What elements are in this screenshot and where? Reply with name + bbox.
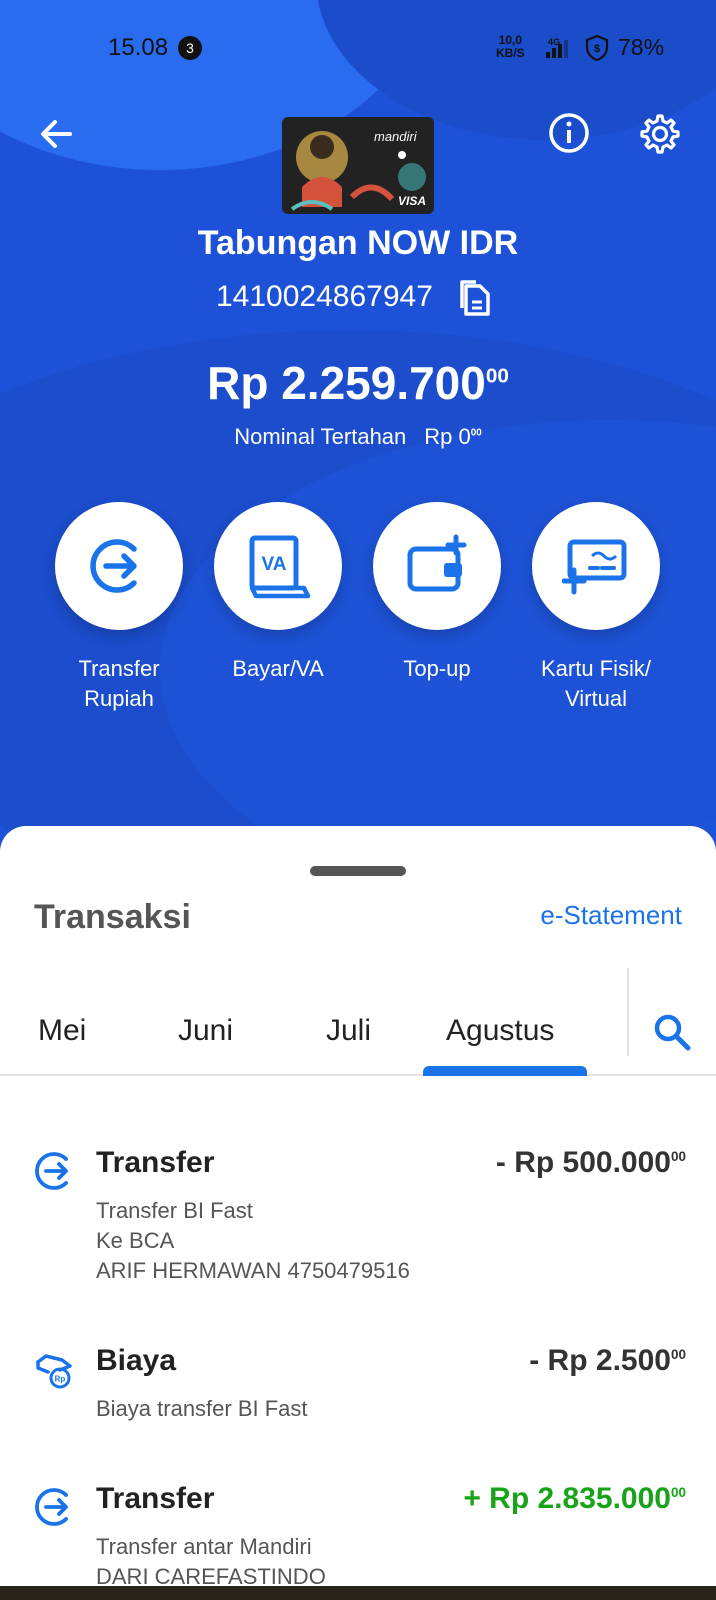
transaction-amount: - Rp 500.00000 xyxy=(496,1146,686,1180)
held-amount-label: Nominal Tertahan xyxy=(234,424,407,449)
transaction-amount-value: - Rp 2.500 xyxy=(529,1344,671,1377)
card-network-logo: VISA xyxy=(397,194,426,208)
transaction-amount-cents: 00 xyxy=(670,1149,686,1164)
transfer-rupiah-button[interactable]: Transfer Rupiah xyxy=(39,502,199,714)
month-tabs: Mei Juni Juli Agustus xyxy=(0,966,716,1076)
top-up-button-circle[interactable] xyxy=(373,502,501,630)
account-balance: Rp 2.259.70000 xyxy=(0,356,716,410)
transaction-amount-value: - Rp 500.000 xyxy=(495,1146,671,1179)
transaction-amount: - Rp 2.50000 xyxy=(529,1344,686,1378)
transaction-description-line: Biaya transfer BI Fast xyxy=(96,1396,308,1421)
network-speed-value: 10,0 xyxy=(498,33,523,47)
gear-icon[interactable] xyxy=(638,112,682,156)
transfer-button-circle[interactable] xyxy=(55,502,183,630)
transfer-icon xyxy=(90,539,137,593)
tab-mei[interactable]: Mei xyxy=(38,1014,86,1048)
held-amount-value: Rp 0 xyxy=(424,424,471,449)
notification-count-badge: 3 xyxy=(178,36,202,60)
kartu-fisik-virtual-label: Kartu Fisik/ Virtual xyxy=(540,656,652,711)
transaction-description-line: Transfer antar Mandiri xyxy=(96,1534,312,1559)
transfer-icon xyxy=(35,1488,68,1526)
transaction-amount: + Rp 2.835.00000 xyxy=(463,1482,686,1516)
balance-amount: Rp 2.259.700 xyxy=(207,357,486,409)
transactions-title: Transaksi xyxy=(34,898,191,936)
transaction-description-line: Ke BCA xyxy=(96,1228,175,1253)
transaction-description: Transfer BI Fast Ke BCA ARIF HERMAWAN 47… xyxy=(96,1196,410,1286)
kartu-fisik-virtual-button[interactable]: Kartu Fisik/ Virtual xyxy=(516,502,676,714)
shield-icon: $ xyxy=(585,34,609,62)
tab-agustus[interactable]: Agustus xyxy=(446,1014,554,1048)
transaction-type: Biaya xyxy=(96,1344,177,1377)
tabs-divider xyxy=(627,968,629,1056)
status-bar: 15.08 3 10,0 KB/S 4G $ 78% xyxy=(0,30,716,66)
card-brand-logo: mandiri xyxy=(374,129,417,144)
transaction-amount-cents: 00 xyxy=(670,1485,686,1500)
top-up-label: Top-up xyxy=(403,656,471,681)
held-amount: Nominal Tertahan Rp 000 xyxy=(0,424,716,450)
transaction-description: Transfer antar Mandiri DARI CAREFASTINDO xyxy=(96,1532,326,1592)
copy-icon[interactable] xyxy=(456,278,494,320)
held-amount-cents: 00 xyxy=(470,427,482,439)
sheet-drag-handle[interactable] xyxy=(310,866,406,876)
transaction-amount-cents: 00 xyxy=(670,1347,686,1362)
info-icon[interactable] xyxy=(548,112,590,154)
bayar-va-button-circle[interactable]: VA xyxy=(214,502,342,630)
svg-text:$: $ xyxy=(594,43,600,55)
account-number: 1410024867947 xyxy=(216,280,433,313)
va-icon: VA xyxy=(249,535,311,599)
transaction-description: Biaya transfer BI Fast xyxy=(96,1394,308,1424)
clock: 15.08 xyxy=(108,34,169,61)
bayar-va-label: Bayar/VA xyxy=(232,656,324,681)
tab-juli[interactable]: Juli xyxy=(326,1014,371,1048)
svg-text:Rp: Rp xyxy=(55,1375,66,1384)
network-speed-unit: KB/S xyxy=(496,46,525,60)
bayar-va-button[interactable]: VA Bayar/VA xyxy=(198,502,358,684)
svg-text:VA: VA xyxy=(262,554,287,575)
fee-icon: Rp xyxy=(36,1354,72,1389)
search-icon[interactable] xyxy=(652,1012,692,1052)
account-name: Tabungan NOW IDR xyxy=(197,224,519,262)
transfer-rupiah-label: Transfer Rupiah xyxy=(78,656,160,711)
transactions-sheet: Transaksi e-Statement Mei Juni Juli Agus… xyxy=(0,826,716,1600)
account-header: 15.08 3 10,0 KB/S 4G $ 78% mandiri VISA … xyxy=(0,0,716,860)
wallet-add-icon xyxy=(407,534,467,592)
transaction-description-line: Transfer BI Fast xyxy=(96,1198,253,1223)
transfer-icon xyxy=(35,1152,68,1190)
kartu-button-circle[interactable] xyxy=(532,502,660,630)
arrow-left-icon[interactable] xyxy=(36,114,76,154)
transaction-type: Transfer xyxy=(96,1146,215,1179)
transaction-type: Transfer xyxy=(96,1482,215,1515)
transaction-amount-value: + Rp 2.835.000 xyxy=(463,1482,671,1515)
card-add-icon xyxy=(562,539,627,595)
debit-card-image: mandiri VISA xyxy=(282,117,434,214)
e-statement-link[interactable]: e-Statement xyxy=(540,900,682,931)
top-up-button[interactable]: Top-up xyxy=(357,502,517,684)
transaction-description-line: ARIF HERMAWAN 4750479516 xyxy=(96,1258,410,1283)
balance-cents: 00 xyxy=(485,364,509,388)
battery-level: 78% xyxy=(618,34,665,60)
system-navigation-bar xyxy=(0,1586,716,1600)
signal-icon: 4G xyxy=(546,37,568,58)
network-speed: 10,0 KB/S xyxy=(496,34,525,60)
active-tab-indicator xyxy=(423,1066,587,1076)
tab-juni[interactable]: Juni xyxy=(178,1014,233,1048)
